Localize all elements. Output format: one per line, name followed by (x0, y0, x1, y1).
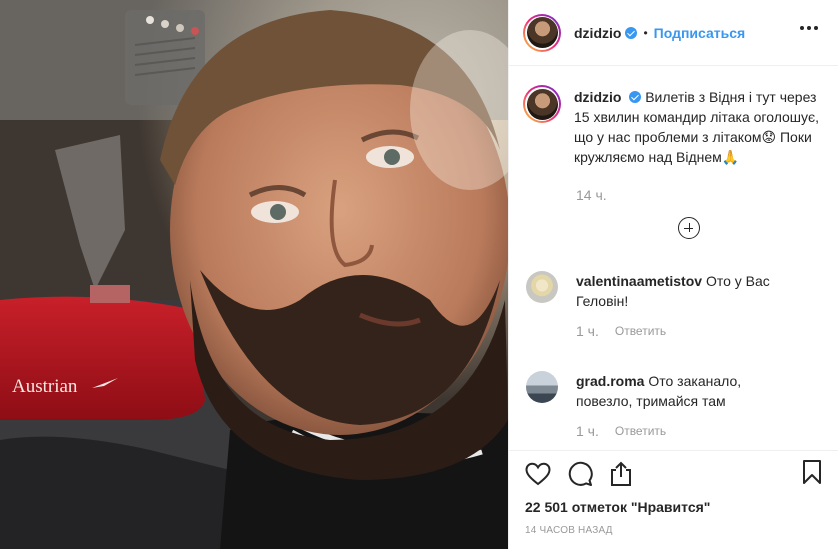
caption-time[interactable]: 14 ч. (576, 187, 822, 203)
follow-button[interactable]: Подписаться (654, 25, 746, 41)
comment-meta: 1 ч. Ответить (576, 423, 822, 439)
comments-section[interactable]: dzidzio Вилетів з Відня і тут через 15 х… (509, 67, 838, 450)
post-photo[interactable]: Austrian (0, 0, 508, 549)
comment-item: grad.roma Ото заканало, повезло, тримайс… (523, 371, 822, 411)
comment-time[interactable]: 1 ч. (576, 323, 599, 339)
verified-icon (625, 26, 638, 39)
post-actions: 22 501 отметок "Нравится" 14 ЧАСОВ НАЗАД (509, 450, 838, 549)
more-options-icon[interactable] (800, 26, 818, 32)
likes-count[interactable]: 22 501 отметок "Нравится" (525, 499, 822, 515)
post-header: dzidzio • Подписаться (509, 0, 838, 66)
selfie-photo: Austrian (0, 0, 508, 549)
post-caption: dzidzio Вилетів з Відня і тут через 15 х… (523, 85, 822, 167)
author-avatar[interactable] (523, 13, 561, 52)
seat-brand: Austrian (12, 376, 78, 397)
commenter-avatar[interactable] (526, 371, 558, 403)
reply-button[interactable]: Ответить (615, 424, 666, 438)
caption-avatar[interactable] (523, 85, 561, 123)
caption-username[interactable]: dzidzio (574, 89, 621, 105)
share-icon[interactable] (609, 461, 633, 487)
commenter-avatar[interactable] (526, 271, 558, 303)
verified-icon (629, 91, 642, 103)
heart-icon[interactable] (525, 462, 551, 486)
action-icons (525, 459, 822, 489)
author-username[interactable]: dzidzio (574, 25, 621, 41)
comment-meta: 1 ч. Ответить (576, 323, 822, 339)
avatar-image (526, 17, 558, 48)
load-more-comments-icon[interactable] (678, 217, 700, 239)
comment-item: valentinaametistov Ото у Вас Геловін! (523, 271, 822, 311)
reply-button[interactable]: Ответить (615, 324, 666, 338)
comment-icon[interactable] (567, 461, 593, 487)
post-timestamp[interactable]: 14 ЧАСОВ НАЗАД (525, 525, 822, 536)
post-sidebar: dzidzio • Подписаться dzidzio Вилетів з … (508, 0, 838, 549)
bookmark-icon[interactable] (802, 459, 822, 488)
commenter-username[interactable]: grad.roma (576, 373, 644, 389)
separator-dot: • (643, 25, 648, 40)
commenter-username[interactable]: valentinaametistov (576, 273, 702, 289)
comment-time[interactable]: 1 ч. (576, 423, 599, 439)
